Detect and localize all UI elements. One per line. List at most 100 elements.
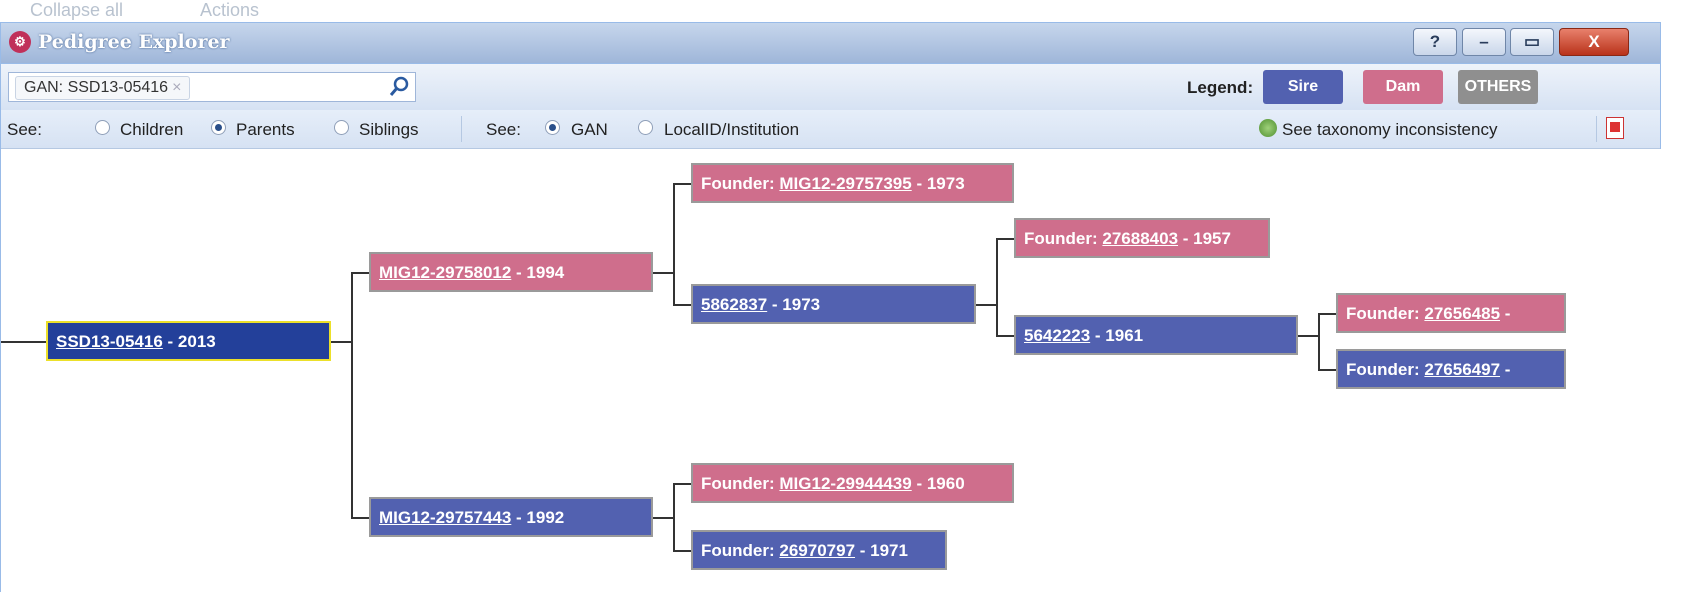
legend-label: Legend: [1187, 78, 1254, 97]
search-input[interactable]: GAN: SSD13-05416 × [8, 72, 416, 102]
toolbar-separator-2 [1596, 116, 1597, 142]
node-id-link[interactable]: 5862837 [701, 295, 767, 314]
node-founder-label: Founder: [701, 541, 780, 560]
connector-line [331, 341, 351, 343]
node-year: - 2013 [162, 332, 216, 351]
connector-line [351, 272, 353, 519]
node-year: - 1961 [1090, 326, 1144, 345]
connector-line [1318, 313, 1320, 370]
radio-localid[interactable] [638, 120, 653, 135]
pedigree-node-dam[interactable]: MIG12-29758012 - 1994 [369, 252, 653, 292]
node-founder-label: Founder: [1346, 360, 1425, 379]
pedigree-node-sire[interactable]: MIG12-29757443 - 1992 [369, 497, 653, 537]
actions-menu: Actions [200, 0, 260, 20]
pedigree-node-sire-dam[interactable]: Founder: MIG12-29944439 - 1960 [691, 463, 1014, 503]
connector-line [653, 272, 673, 274]
legend-dam: Dam [1363, 70, 1443, 104]
connector-line [351, 517, 369, 519]
node-id-link[interactable]: MIG12-29758012 [379, 263, 511, 282]
pedigree-node-sire-sire[interactable]: Founder: 26970797 - 1971 [691, 530, 947, 570]
node-founder-label: Founder: [1024, 229, 1103, 248]
connector-line [673, 183, 691, 185]
radio-localid-label[interactable]: LocalID/Institution [664, 120, 799, 140]
node-id-link[interactable]: 27656485 [1424, 304, 1500, 323]
radio-children-label[interactable]: Children [120, 120, 183, 140]
title-bar[interactable]: ⚙ Pedigree Explorer ? – ▭ X [1, 23, 1660, 64]
search-icon[interactable] [387, 75, 411, 99]
node-year: - 1973 [911, 174, 965, 193]
radio-siblings-label[interactable]: Siblings [359, 120, 419, 140]
node-id-link[interactable]: MIG12-29757443 [379, 508, 511, 527]
radio-siblings[interactable] [334, 120, 349, 135]
node-year: - 1960 [911, 474, 965, 493]
pedigree-node-dss-sire[interactable]: Founder: 27656497 - [1336, 349, 1566, 389]
taxonomy-inconsistency-link[interactable]: See taxonomy inconsistency [1282, 120, 1497, 140]
pedigree-node-dam-sire[interactable]: 5862837 - 1973 [691, 284, 976, 324]
pedigree-explorer-window: ⚙ Pedigree Explorer ? – ▭ X GAN: SSD13-0… [0, 22, 1662, 593]
toolbar-separator [461, 116, 462, 142]
legend-others: OTHERS [1458, 70, 1538, 104]
connector-line [996, 238, 1014, 240]
connector-line [1, 341, 46, 343]
radio-gan-label[interactable]: GAN [571, 120, 608, 140]
node-id-link[interactable]: 5642223 [1024, 326, 1090, 345]
connector-line [673, 550, 691, 552]
connector-line [653, 517, 673, 519]
connector-line [673, 483, 675, 551]
search-tag-label: GAN: SSD13-05416 [24, 79, 169, 96]
radio-parents-label[interactable]: Parents [236, 120, 295, 140]
pdf-export-icon[interactable] [1606, 117, 1624, 139]
radio-parents[interactable] [211, 120, 226, 135]
legend-sire: Sire [1263, 70, 1343, 104]
background-app-strip: Collapse all Actions [0, 0, 1685, 22]
relation-see-label: See: [7, 120, 42, 139]
pedigree-tree-canvas: SSD13-05416 - 2013 MIG12-29758012 - 1994… [1, 149, 1662, 593]
taxonomy-globe-icon[interactable] [1259, 119, 1277, 137]
window-title: Pedigree Explorer [38, 31, 230, 53]
node-id-link[interactable]: MIG12-29944439 [779, 474, 911, 493]
search-toolbar: GAN: SSD13-05416 × Legend: Sire Dam OTHER… [1, 64, 1660, 111]
pedigree-node-root[interactable]: SSD13-05416 - 2013 [46, 321, 331, 361]
node-year: - 1971 [855, 541, 908, 560]
maximize-button[interactable]: ▭ [1510, 28, 1554, 56]
node-id-link[interactable]: 26970797 [779, 541, 855, 560]
node-year: - 1992 [511, 508, 565, 527]
node-year: - [1500, 304, 1511, 323]
node-year: - 1973 [767, 295, 821, 314]
pedigree-node-dss-dam[interactable]: Founder: 27656485 - [1336, 293, 1566, 333]
connector-line [673, 483, 691, 485]
connector-line [976, 304, 996, 306]
connector-line [1318, 369, 1336, 371]
radio-gan[interactable] [545, 120, 560, 135]
node-year: - 1957 [1178, 229, 1231, 248]
remove-tag-icon[interactable]: × [172, 79, 181, 96]
connector-line [673, 183, 675, 305]
connector-line [1298, 335, 1318, 337]
connector-line [673, 304, 691, 306]
connector-line [996, 238, 998, 336]
node-founder-label: Founder: [701, 474, 780, 493]
pedigree-node-ds-sire[interactable]: 5642223 - 1961 [1014, 315, 1298, 355]
node-year: - 1994 [511, 263, 565, 282]
minimize-button[interactable]: – [1462, 28, 1506, 56]
radio-children[interactable] [95, 120, 110, 135]
view-options-toolbar: See: Children Parents Siblings See: GAN … [1, 110, 1660, 149]
app-icon: ⚙ [9, 31, 31, 53]
node-id-link[interactable]: MIG12-29757395 [779, 174, 911, 193]
pedigree-node-dam-dam[interactable]: Founder: MIG12-29757395 - 1973 [691, 163, 1014, 203]
pedigree-node-ds-dam[interactable]: Founder: 27688403 - 1957 [1014, 218, 1270, 258]
collapse-all-link: Collapse all [30, 0, 124, 20]
node-year: - [1500, 360, 1511, 379]
connector-line [351, 272, 369, 274]
search-tag: GAN: SSD13-05416 × [15, 76, 191, 100]
connector-line [996, 335, 1014, 337]
node-id-link[interactable]: SSD13-05416 [56, 332, 163, 351]
node-id-link[interactable]: 27656497 [1424, 360, 1500, 379]
node-id-link[interactable]: 27688403 [1102, 229, 1178, 248]
connector-line [1318, 313, 1336, 315]
close-button[interactable]: X [1559, 28, 1629, 56]
node-founder-label: Founder: [701, 174, 780, 193]
id-mode-see-label: See: [486, 120, 521, 139]
node-founder-label: Founder: [1346, 304, 1425, 323]
help-button[interactable]: ? [1413, 28, 1457, 56]
